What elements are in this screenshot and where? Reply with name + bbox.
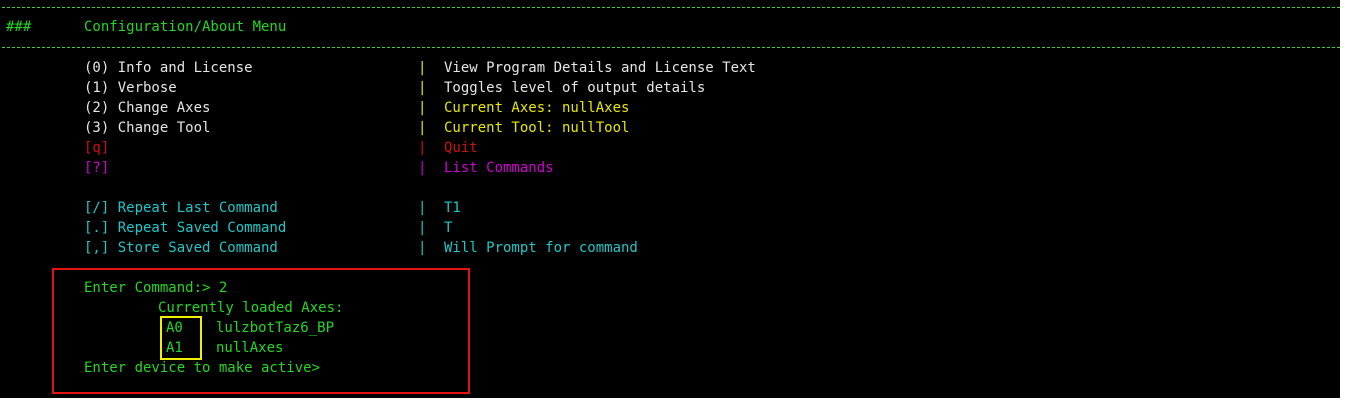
menu-item-quit[interactable]: [q]	[84, 138, 109, 158]
menu-item-list-commands[interactable]: [?]	[84, 158, 109, 178]
menu-separator: |	[418, 60, 427, 76]
menu-desc-current-tool: Current Tool: nullTool	[444, 120, 630, 136]
menu-separator: |	[418, 120, 427, 136]
menu-desc-list-commands: List Commands	[444, 160, 554, 176]
top-divider	[2, 7, 1340, 8]
menu-item-repeat-last[interactable]: [/] Repeat Last Command	[84, 198, 278, 218]
menu-title: Configuration/About Menu	[84, 19, 287, 35]
terminal-window: ### Configuration/About Menu (0) Info an…	[0, 0, 1340, 398]
menu-desc-repeat-last: T1	[444, 200, 461, 216]
menu-separator: |	[418, 160, 427, 176]
menu-desc-store-saved: Will Prompt for command	[444, 240, 638, 256]
menu-separator: |	[418, 200, 427, 216]
menu-desc-info-license: View Program Details and License Text	[444, 60, 756, 76]
menu-desc-verbose: Toggles level of output details	[444, 80, 706, 96]
menu-item-change-axes[interactable]: (2) Change Axes	[84, 98, 210, 118]
menu-separator: |	[418, 100, 427, 116]
menu-separator: |	[418, 80, 427, 96]
menu-desc-current-axes: Current Axes: nullAxes	[444, 100, 630, 116]
menu-item-change-tool[interactable]: (3) Change Tool	[84, 118, 210, 138]
menu-item-info-license[interactable]: (0) Info and License	[84, 58, 253, 78]
menu-desc-quit: Quit	[444, 140, 478, 156]
menu-separator: |	[418, 140, 427, 156]
highlight-box-session	[52, 268, 470, 394]
menu-separator: |	[418, 240, 427, 256]
menu-item-verbose[interactable]: (1) Verbose	[84, 78, 177, 98]
header-hashes: ###	[6, 19, 32, 35]
highlight-box-axis-ids	[160, 316, 202, 360]
menu-item-store-saved[interactable]: [,] Store Saved Command	[84, 238, 278, 258]
menu-desc-repeat-saved: T	[444, 220, 453, 236]
header-divider	[2, 47, 1340, 48]
menu-separator: |	[418, 220, 427, 236]
menu-item-repeat-saved[interactable]: [.] Repeat Saved Command	[84, 218, 286, 238]
